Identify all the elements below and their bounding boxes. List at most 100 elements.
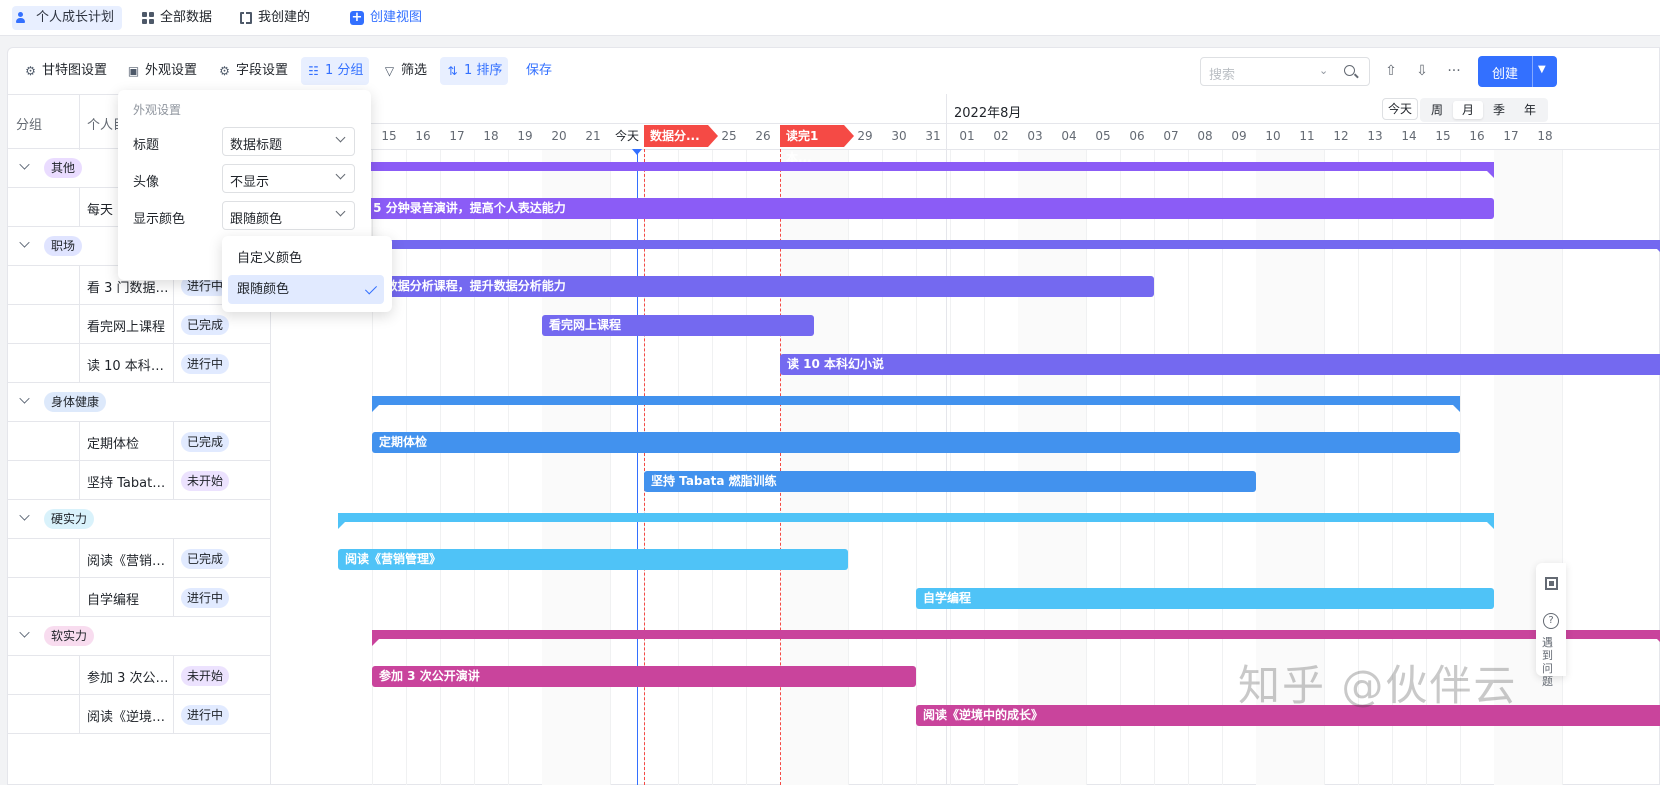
group-row[interactable]: 硬实力: [8, 500, 271, 539]
table-row[interactable]: 自学编程 进行中: [8, 578, 271, 617]
color-select[interactable]: 跟随颜色: [222, 201, 355, 230]
task-bar[interactable]: 看完网上课程: [542, 315, 814, 336]
option-custom-color[interactable]: 自定义颜色: [228, 244, 384, 273]
create-view-button[interactable]: + 创建视图: [346, 6, 430, 30]
create-divider: [1532, 56, 1533, 87]
day-label: 14: [1401, 129, 1417, 143]
cell-divider: [173, 422, 174, 461]
goal-name[interactable]: 看完网上课程: [87, 316, 169, 335]
cell-divider: [79, 539, 80, 578]
create-button[interactable]: 创建 ▼: [1478, 56, 1557, 87]
option-follow-color[interactable]: 跟随颜色: [228, 275, 384, 304]
goal-name[interactable]: 参加 3 次公开演讲: [87, 667, 169, 686]
group-button[interactable]: ☷ 1 分组: [301, 57, 370, 85]
group-summary-bar[interactable]: [372, 630, 1660, 646]
chevron-down-icon[interactable]: [19, 237, 30, 248]
field-settings-label: 字段设置: [236, 63, 289, 78]
day-label: 18: [483, 129, 499, 143]
day-label: 31: [925, 129, 941, 143]
table-row[interactable]: 定期体检 已完成: [8, 422, 271, 461]
download-icon[interactable]: ⇩: [1413, 62, 1431, 80]
chevron-down-icon[interactable]: [19, 627, 30, 638]
more-icon[interactable]: ···: [1445, 62, 1463, 80]
upload-icon[interactable]: ⇧: [1382, 62, 1400, 80]
table-row[interactable]: 读 10 本科幻小说进行中: [8, 344, 271, 383]
header-divider: [272, 149, 1660, 150]
chevron-down-icon[interactable]: [19, 510, 30, 521]
help-icon[interactable]: ?: [1543, 613, 1559, 629]
view-tab-all-data[interactable]: 全部数据: [138, 6, 220, 30]
gantt-settings-button[interactable]: ⚙ 甘特图设置: [18, 57, 113, 85]
status-badge: 进行中: [181, 705, 230, 725]
task-bar[interactable]: 每天 5 分钟录音演讲，提高个人表达能力: [338, 198, 1494, 219]
title-field-label: 标题: [133, 138, 160, 153]
scale-month[interactable]: 月: [1453, 101, 1483, 119]
scale-week[interactable]: 周: [1422, 101, 1452, 119]
group-row[interactable]: 身体健康: [8, 383, 271, 422]
group-tag: 职场: [44, 236, 83, 256]
table-row[interactable]: 阅读《营销管理》已完成: [8, 539, 271, 578]
group-summary-bar[interactable]: [372, 396, 1460, 412]
color-select-value: 跟随颜色: [230, 212, 283, 227]
appearance-settings-button[interactable]: ▣ 外观设置: [121, 57, 203, 85]
save-button[interactable]: 保存: [520, 57, 558, 85]
search-icon[interactable]: [1341, 62, 1361, 82]
group-summary-bar[interactable]: [338, 513, 1494, 529]
table-row[interactable]: 阅读《逆境中的成长》进行中: [8, 695, 271, 734]
view-tab-my-created[interactable]: 我创建的: [236, 6, 318, 30]
task-bar[interactable]: 坚持 Tabata 燃脂训练: [644, 471, 1256, 492]
view-tab-personal-growth[interactable]: 个人成长计划: [12, 6, 123, 30]
chevron-down-icon[interactable]: ⌄: [1319, 64, 1328, 77]
task-bar[interactable]: 看 3 门数据分析课程，提升数据分析能力: [338, 276, 1154, 297]
goal-name[interactable]: 阅读《逆境中的成长》: [87, 706, 169, 725]
day-label: 06: [1129, 129, 1145, 143]
sort-button[interactable]: ⇅ 1 排序: [440, 57, 509, 85]
milestone-flag[interactable]: 数据分...: [644, 125, 708, 147]
group-row[interactable]: 软实力: [8, 617, 271, 656]
today-button[interactable]: 今天: [1382, 98, 1418, 120]
filter-button[interactable]: ▽ 筛选: [377, 57, 433, 85]
goal-name[interactable]: 坚持 Tabata 燃脂训练: [87, 472, 169, 491]
group-summary-bar[interactable]: [338, 240, 1660, 256]
table-row[interactable]: 参加 3 次公开演讲未开始: [8, 656, 271, 695]
search-input[interactable]: 搜索 ⌄: [1200, 57, 1370, 86]
scale-quarter[interactable]: 季: [1484, 101, 1514, 119]
avatar-select[interactable]: 不显示: [222, 164, 355, 193]
status-badge: 未开始: [181, 666, 230, 686]
day-label: 16: [1469, 129, 1485, 143]
task-bar[interactable]: 自学编程: [916, 588, 1494, 609]
task-bar[interactable]: 阅读《营销管理》: [338, 549, 848, 570]
column-divider: [79, 95, 80, 150]
help-label[interactable]: 遇到问题: [1542, 636, 1562, 688]
milestone-flag[interactable]: 读完1本...: [780, 125, 844, 165]
task-bar[interactable]: 读 10 本科幻小说: [780, 354, 1660, 375]
group-column-header[interactable]: 分组: [16, 114, 42, 133]
chevron-down-icon[interactable]: [19, 159, 30, 170]
table-icon: [240, 12, 252, 24]
cell-divider: [79, 578, 80, 617]
field-settings-button[interactable]: ⚙ 字段设置: [212, 57, 294, 85]
gear-icon: ⚙: [219, 63, 230, 78]
goal-name[interactable]: 自学编程: [87, 589, 169, 608]
goal-name[interactable]: 定期体检: [87, 433, 169, 452]
table-row[interactable]: 坚持 Tabata 燃脂训练未开始: [8, 461, 271, 500]
cell-divider: [79, 656, 80, 695]
sort-icon: ⇅: [447, 63, 458, 78]
scale-year[interactable]: 年: [1515, 101, 1545, 119]
goal-name[interactable]: 读 10 本科幻小说: [87, 355, 169, 374]
view-tab-label: 个人成长计划: [36, 10, 115, 25]
time-scale-switcher: 周 月 季 年: [1420, 98, 1548, 122]
status-badge: 已完成: [181, 549, 230, 569]
goal-name[interactable]: 阅读《营销管理》: [87, 550, 169, 569]
title-select[interactable]: 数据标题: [222, 127, 355, 156]
task-bar[interactable]: 定期体检: [372, 432, 1460, 453]
task-bar[interactable]: 参加 3 次公开演讲: [372, 666, 916, 687]
search-placeholder: 搜索: [1209, 68, 1236, 83]
chevron-down-icon[interactable]: [19, 393, 30, 404]
group-summary-bar[interactable]: [338, 162, 1494, 178]
toolbar: ⚙ 甘特图设置 ▣ 外观设置 ⚙ 字段设置 ☷ 1 分组 ▽ 筛选 ⇅ 1 排序…: [8, 48, 1659, 94]
day-label: 10: [1265, 129, 1281, 143]
chevron-down-icon[interactable]: ▼: [1538, 64, 1546, 75]
qrcode-icon[interactable]: [1545, 577, 1558, 590]
filter-icon: ▽: [384, 63, 395, 78]
